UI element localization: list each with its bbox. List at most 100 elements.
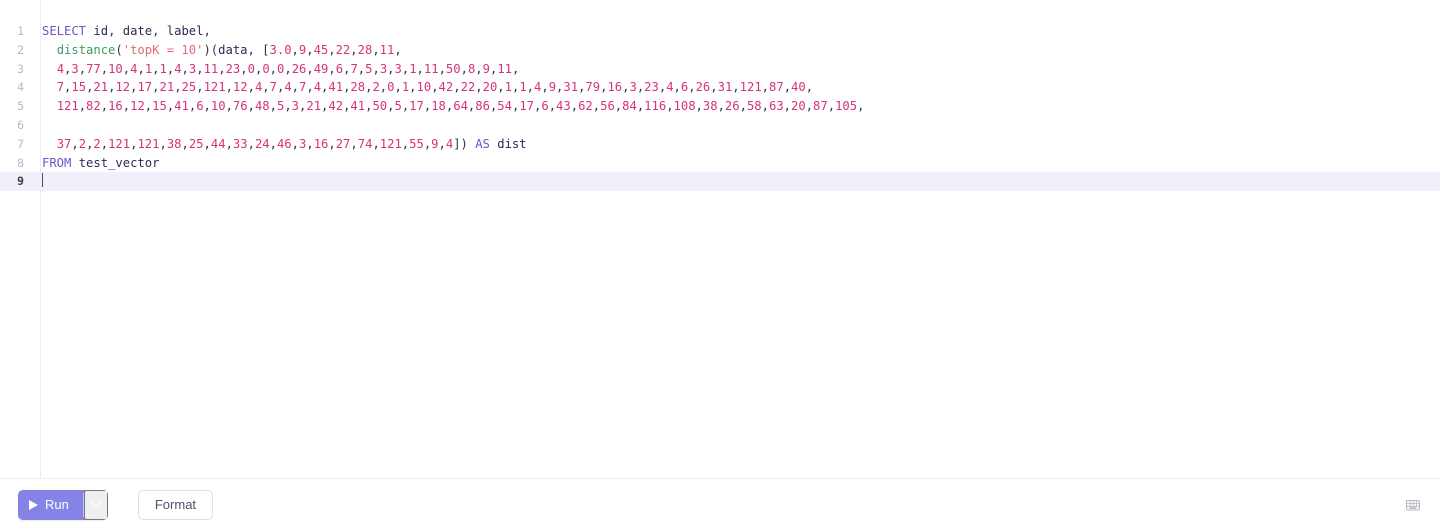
code-line[interactable]: 6 [0, 116, 1440, 135]
code-token: ( [115, 42, 123, 57]
code-token: , [269, 61, 277, 76]
code-token: 82 [86, 99, 101, 114]
code-token: 55 [409, 136, 424, 151]
code-token: 1 [519, 80, 527, 95]
code-token: , [453, 80, 461, 95]
code-token: 7 [350, 61, 358, 76]
editor-toolbar: Run Format [0, 478, 1440, 530]
keyboard-icon [1405, 499, 1421, 511]
code-token: , [218, 61, 226, 76]
code-line[interactable]: 3 4,3,77,10,4,1,1,4,3,11,23,0,0,0,26,49,… [0, 60, 1440, 79]
code-token: 79 [585, 80, 601, 95]
keyboard-shortcuts-button[interactable] [1400, 492, 1426, 518]
code-token: 3 [71, 61, 79, 76]
code-token: 22 [335, 42, 351, 57]
code-token: 12 [130, 99, 145, 114]
code-token: , [673, 80, 681, 95]
code-token: 121 [56, 99, 79, 114]
code-token: AS [475, 136, 490, 151]
text-caret [42, 173, 43, 188]
code-token: , [783, 80, 792, 95]
code-token: , [739, 99, 747, 114]
sql-editor-pane[interactable]: 1 SELECT id, date, label, 2 distance('topK… [0, 0, 1440, 478]
code-token: 58 [746, 99, 762, 114]
code-token: 33 [232, 136, 248, 151]
code-token: label [166, 24, 204, 38]
code-token: 26 [695, 80, 711, 95]
code-token: , [409, 80, 417, 95]
code-token: 108 [673, 99, 696, 114]
run-button[interactable]: Run [18, 490, 83, 520]
code-line[interactable]: 7 37,2,2,121,121,38,25,44,33,24,46,3,16,… [0, 135, 1440, 154]
code-token: , [695, 99, 703, 114]
code-token: 25 [181, 80, 197, 95]
code-token: 12 [115, 80, 131, 95]
line-number: 7 [17, 136, 24, 151]
code-token: , [761, 80, 769, 95]
code-token: 22 [460, 80, 476, 95]
code-token: 9 [482, 61, 490, 76]
code-token: 3 [394, 61, 402, 76]
code-token: 1 [159, 61, 167, 76]
code-token: 17 [409, 99, 424, 114]
code-token: 87 [769, 80, 784, 95]
code-token: 28 [350, 80, 366, 95]
code-token: , [71, 136, 79, 151]
code-token: 1 [504, 80, 512, 95]
code-token: , [512, 61, 520, 76]
code-token: , [284, 99, 292, 114]
code-line[interactable]: 2 distance('topK = 10')(data, [3.0,9,45,… [0, 41, 1440, 60]
code-token: 50 [445, 61, 461, 76]
code-line[interactable]: 9 [0, 172, 1440, 192]
run-dropdown-button[interactable] [83, 489, 108, 520]
code-token: , [291, 42, 299, 57]
code-token: , [710, 80, 718, 95]
format-button[interactable]: Format [137, 489, 214, 520]
code-token: , [394, 42, 402, 57]
line-number: 5 [17, 99, 24, 114]
run-button-group[interactable]: Run [18, 489, 108, 520]
code-token: 77 [86, 61, 101, 76]
chevron-down-icon [90, 496, 102, 508]
code-token: 49 [313, 61, 329, 76]
code-token: , [805, 80, 814, 95]
code-line-content: 37,2,2,121,121,38,25,44,33,24,46,3,16,27… [32, 135, 527, 154]
line-number: 4 [17, 80, 24, 95]
code-token: , [570, 99, 579, 114]
code-token: 76 [232, 99, 248, 114]
code-token: , [225, 136, 233, 151]
code-area[interactable]: 1 SELECT id, date, label, 2 distance('topK… [0, 22, 1440, 192]
code-token: , [526, 80, 535, 95]
code-token: , [291, 80, 300, 95]
code-line[interactable]: 1 SELECT id, date, label, [0, 22, 1440, 41]
code-token: , [328, 42, 336, 57]
code-token: 10 [416, 80, 432, 95]
code-token: , [291, 136, 299, 151]
code-token: 37 [56, 136, 72, 151]
code-token: 43 [556, 99, 571, 114]
code-token: FROM [42, 155, 72, 170]
code-line-content: SELECT id, date, label, [32, 22, 211, 41]
code-token: , [174, 80, 182, 95]
code-line[interactable]: 4 7,15,21,12,17,21,25,121,12,4,7,4,7,4,4… [0, 78, 1440, 97]
code-token: 16 [108, 99, 123, 114]
code-line[interactable]: 8 FROM test_vector [0, 154, 1440, 173]
code-token: , [159, 136, 167, 151]
sql-editor-app: 1 SELECT id, date, label, 2 distance('topK… [0, 0, 1440, 530]
code-line[interactable]: 5 121,82,16,12,15,41,6,10,76,48,5,3,21,4… [0, 97, 1440, 116]
code-token: 31 [717, 80, 733, 95]
code-token: 121 [108, 136, 131, 151]
code-token: 2 [93, 136, 101, 151]
code-token: , [262, 80, 270, 95]
code-token: 64 [453, 99, 468, 114]
code-token: 41 [328, 80, 344, 95]
code-token: , [152, 80, 160, 95]
code-token: , [196, 61, 204, 76]
code-token: , [431, 80, 439, 95]
line-number: 9 [17, 174, 24, 189]
code-token: , [181, 61, 189, 76]
code-token: 11 [379, 42, 395, 57]
